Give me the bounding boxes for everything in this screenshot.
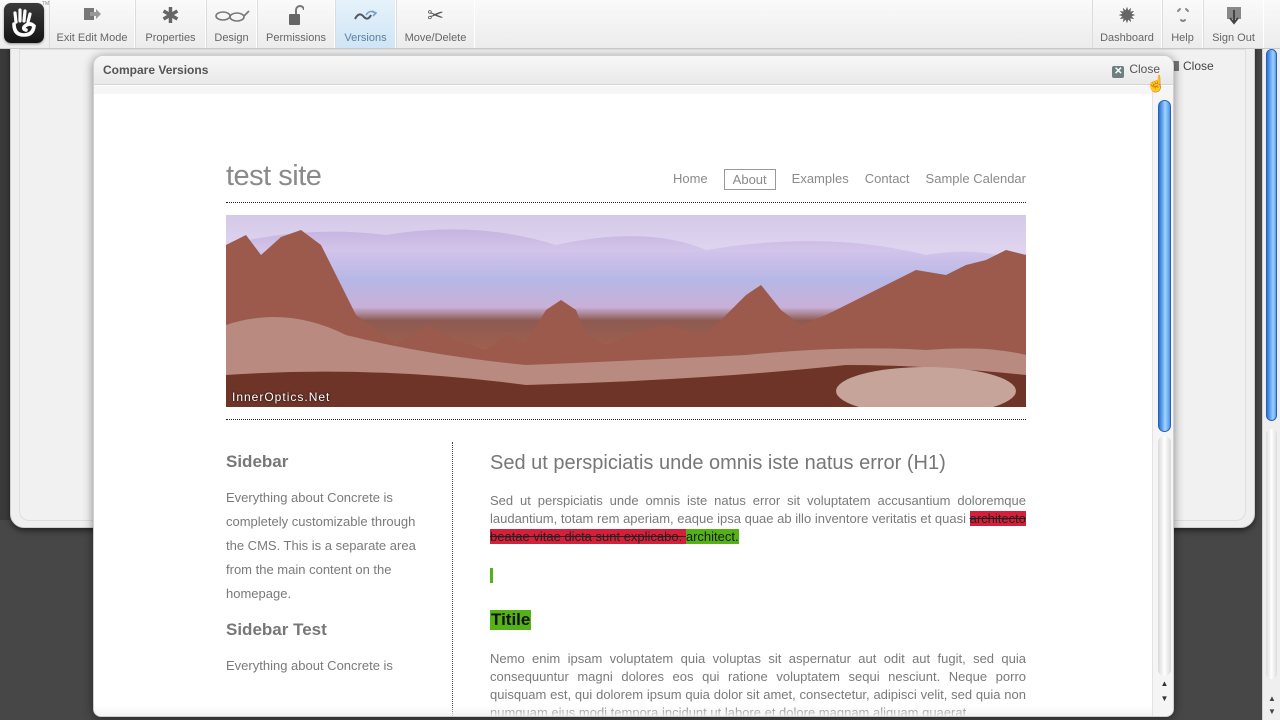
scissors-icon: ✂ <box>427 5 444 27</box>
sign-out-icon <box>1204 5 1263 29</box>
preview-scrollbar-thumb[interactable] <box>1158 100 1171 432</box>
nav-sample-calendar[interactable]: Sample Calendar <box>926 169 1026 190</box>
exit-edit-mode-button[interactable]: Exit Edit Mode <box>49 0 135 48</box>
banner-credit: InnerOptics.Net <box>232 390 331 404</box>
dashboard-gear-icon: ✹ <box>1117 3 1137 28</box>
hand-logo-icon <box>12 8 36 37</box>
nav-contact[interactable]: Contact <box>865 169 910 190</box>
scroll-down-arrow-icon[interactable]: ▼ <box>1157 691 1172 706</box>
main-heading: Sed ut perspiciatis unde omnis iste natu… <box>490 452 946 474</box>
nav-home[interactable]: Home <box>673 169 708 190</box>
scroll-up-arrow-icon[interactable]: ▲ <box>1265 692 1279 705</box>
page-scrollbar-thumb[interactable] <box>1266 49 1277 421</box>
edit-toolbar: TM Exit Edit Mode ✱ Properties Design Pe… <box>0 0 1280 49</box>
dialog-title: Compare Versions <box>103 63 209 77</box>
scroll-down-arrow-icon[interactable]: ▼ <box>1265 705 1279 718</box>
header-divider <box>226 202 1026 203</box>
dialog-header: Compare Versions ✕ Close <box>94 56 1173 85</box>
banner-image: InnerOptics.Net <box>226 215 1026 407</box>
exit-edit-icon <box>50 5 134 29</box>
versions-button[interactable]: Versions <box>335 0 396 48</box>
sign-out-button[interactable]: Sign Out <box>1203 0 1264 48</box>
help-icon <box>1163 5 1202 29</box>
sidebar-test-text: Everything about Concrete is <box>226 658 393 673</box>
nav-about[interactable]: About <box>723 169 776 190</box>
dashboard-button[interactable]: ✹ Dashboard <box>1092 0 1162 48</box>
sidebar: Sidebar Everything about Concrete is com… <box>226 452 436 692</box>
properties-asterisk-icon: ✱ <box>161 3 180 28</box>
hand-cursor-icon: ☝ <box>1146 76 1166 93</box>
main-content: Sed ut perspiciatis unde omnis iste natu… <box>490 452 1026 716</box>
background-close-button[interactable]: Close <box>1170 59 1214 73</box>
permissions-padlock-icon <box>258 5 334 29</box>
diff-paragraph: Sed ut perspiciatis unde omnis iste natu… <box>490 493 1026 544</box>
concrete5-logo[interactable] <box>4 3 44 43</box>
versions-icon <box>336 5 395 29</box>
properties-button[interactable]: ✱ Properties <box>135 0 206 48</box>
close-icon: ✕ <box>1112 66 1125 78</box>
help-button[interactable]: Help <box>1162 0 1203 48</box>
inserted-empty-block <box>490 568 493 583</box>
design-button[interactable]: Design <box>206 0 257 48</box>
sidebar-test-heading: Sidebar Test <box>226 620 327 639</box>
version-preview-frame: test site Home About Examples Contact Sa… <box>94 86 1152 716</box>
site-title[interactable]: test site <box>226 160 322 193</box>
permissions-button[interactable]: Permissions <box>257 0 335 48</box>
page-scrollbar[interactable]: ▲ ▼ <box>1262 49 1280 720</box>
background-left-edge <box>0 49 10 520</box>
sidebar-heading: Sidebar <box>226 452 289 471</box>
sidebar-text: Everything about Concrete is completely … <box>226 490 416 601</box>
design-glasses-icon <box>207 5 256 29</box>
column-divider <box>452 442 453 716</box>
site-nav: Home About Examples Contact Sample Calen… <box>673 169 1026 190</box>
preview-scrollbar[interactable]: ▲ ▼ <box>1152 86 1173 716</box>
compare-versions-dialog: Compare Versions ✕ Close test site Home A… <box>93 55 1174 717</box>
inserted-title: Titile <box>490 610 532 630</box>
scroll-up-arrow-icon[interactable]: ▲ <box>1157 676 1172 691</box>
nav-examples[interactable]: Examples <box>792 169 849 190</box>
banner-divider <box>226 419 1026 420</box>
move-delete-button[interactable]: ✂ Move/Delete <box>396 0 475 48</box>
inserted-text: architect. <box>685 529 739 544</box>
